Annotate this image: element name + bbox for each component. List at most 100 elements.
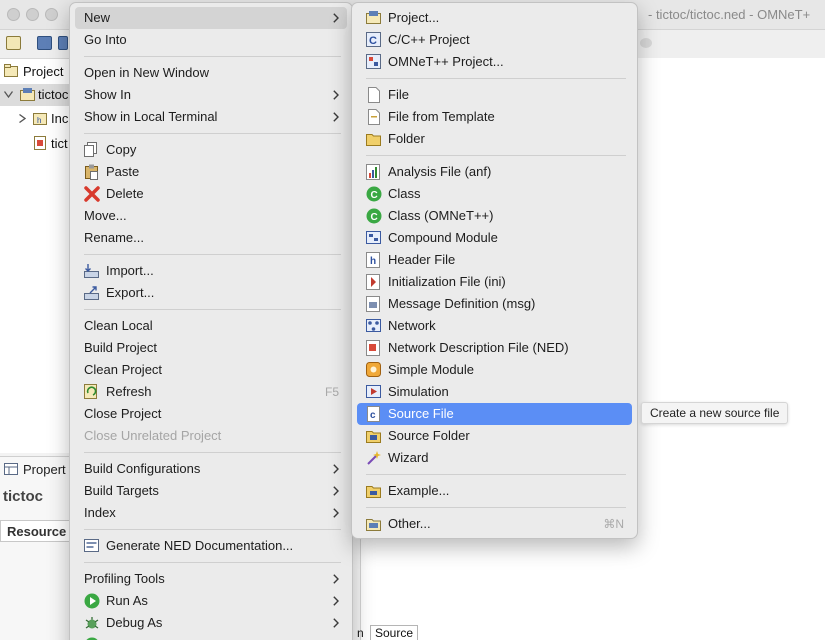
context-menu: New Go Into Open in New Window Show In Show … (69, 2, 353, 640)
minimize-window-icon[interactable] (26, 8, 39, 21)
new-menu-item-example[interactable]: Example... (357, 480, 632, 502)
new-menu-item-network-description-file-ned[interactable]: Network Description File (NED) (357, 337, 632, 359)
menu-item-rename[interactable]: Rename... (75, 227, 347, 249)
tab-source[interactable]: Source (370, 625, 419, 640)
new-menu-item-project[interactable]: Project... (357, 7, 632, 29)
new-menu-item-header-file[interactable]: h Header File (357, 249, 632, 271)
menu-item-close-unrelated-project: Close Unrelated Project (75, 425, 347, 447)
new-menu-item-c-cpp-project[interactable]: C C/C++ Project (357, 29, 632, 51)
refresh-icon (84, 384, 97, 399)
menu-item-label: Simple Module (388, 362, 474, 377)
tree-item-ned-file[interactable]: tict (0, 133, 80, 155)
new-menu-item-compound-module[interactable]: Compound Module (357, 227, 632, 249)
menu-item-delete[interactable]: Delete (75, 183, 347, 205)
ini-file-icon (366, 274, 380, 290)
tree-item-includes[interactable]: h Inc (0, 108, 80, 130)
file-template-icon (368, 109, 380, 125)
import-icon (84, 264, 99, 278)
menu-item-label: File from Template (388, 109, 495, 124)
menu-item-new[interactable]: New (75, 7, 347, 29)
menu-item-label: Header File (388, 252, 456, 267)
menu-item-label: Run As (106, 593, 148, 608)
omnet-project-icon (366, 54, 381, 69)
menu-separator (84, 562, 341, 563)
wizard-icon (367, 451, 381, 465)
new-menu-item-folder[interactable]: Folder (357, 128, 632, 150)
new-menu-item-initialization-file-ini[interactable]: Initialization File (ini) (357, 271, 632, 293)
tab-resource[interactable]: Resource (0, 520, 70, 542)
properties-icon (4, 463, 18, 475)
tab-properties-label[interactable]: Propert (23, 462, 66, 477)
menu-item-refresh[interactable]: Refresh F5 (75, 381, 347, 403)
menu-item-profiling-tools[interactable]: Profiling Tools (75, 568, 347, 590)
menu-item-label: Network (388, 318, 436, 333)
menu-item-generate-ned-documentation[interactable]: Generate NED Documentation... (75, 535, 347, 557)
menu-item-label: Go Into (84, 32, 127, 47)
menu-item-export[interactable]: Export... (75, 282, 347, 304)
new-menu-item-file-from-template[interactable]: File from Template (357, 106, 632, 128)
new-menu-item-message-definition-msg[interactable]: Message Definition (msg) (357, 293, 632, 315)
new-wizard-icon[interactable] (6, 36, 21, 50)
new-submenu: Project... C C/C++ Project OMNeT++ Project.… (351, 2, 638, 539)
new-menu-item-omnetpp-project[interactable]: OMNeT++ Project... (357, 51, 632, 73)
zoom-window-icon[interactable] (45, 8, 58, 21)
save-icon[interactable] (37, 36, 52, 50)
new-menu-item-analysis-file-anf[interactable]: Analysis File (anf) (357, 161, 632, 183)
new-menu-item-wizard[interactable]: Wizard (357, 447, 632, 469)
tree-item-project[interactable]: tictoc (0, 84, 80, 106)
menu-item-label: Folder (388, 131, 425, 146)
new-menu-item-source-folder[interactable]: Source Folder (357, 425, 632, 447)
menu-item-label: Refresh (106, 384, 152, 399)
menu-item-show-in[interactable]: Show In (75, 84, 347, 106)
menu-item-build-project[interactable]: Build Project (75, 337, 347, 359)
analysis-file-icon (366, 164, 380, 180)
menu-item-label: Close Unrelated Project (84, 428, 222, 443)
menu-item-move[interactable]: Move... (75, 205, 347, 227)
menu-item-label: Show in Local Terminal (84, 109, 218, 124)
menu-item-label: Rename... (84, 230, 144, 245)
menu-item-clean-project[interactable]: Clean Project (75, 359, 347, 381)
menu-item-copy[interactable]: Copy (75, 139, 347, 161)
toolbar-settings-icon[interactable] (640, 38, 652, 48)
new-menu-item-simple-module[interactable]: Simple Module (357, 359, 632, 381)
close-window-icon[interactable] (7, 8, 20, 21)
menu-item-clean-local[interactable]: Clean Local (75, 315, 347, 337)
svg-text:h: h (370, 256, 376, 267)
ned-file-icon (366, 340, 380, 356)
tab-project-explorer[interactable]: Project (0, 59, 70, 83)
menu-item-open-in-new-window[interactable]: Open in New Window (75, 62, 347, 84)
source-folder-icon (366, 431, 381, 443)
new-menu-item-other[interactable]: Other... ⌘N (357, 513, 632, 535)
menu-item-build-targets[interactable]: Build Targets (75, 480, 347, 502)
menu-item-import[interactable]: Import... (75, 260, 347, 282)
new-menu-item-simulation[interactable]: Simulation (357, 381, 632, 403)
menu-item-show-in-local-terminal[interactable]: Show in Local Terminal (75, 106, 347, 128)
menu-item-run-as[interactable]: Run As (75, 590, 347, 612)
new-menu-item-network[interactable]: Network (357, 315, 632, 337)
svg-text:h: h (37, 116, 41, 125)
menu-item-label: Paste (106, 164, 140, 179)
new-menu-item-class[interactable]: C Class (357, 183, 632, 205)
tree-collapse-icon[interactable] (19, 114, 26, 123)
menu-separator (366, 507, 626, 508)
menu-item-paste[interactable]: Paste (75, 161, 347, 183)
tree-expand-icon[interactable] (4, 91, 13, 98)
menu-item-label: Debug As (106, 615, 163, 630)
new-menu-item-class-omnetpp[interactable]: C Class (OMNeT++) (357, 205, 632, 227)
menu-item-label: Build Project (84, 340, 157, 355)
menu-item-label: Wizard (388, 450, 429, 465)
menu-item-label: Open in New Window (84, 65, 209, 80)
new-menu-item-source-file[interactable]: c Source File (357, 403, 632, 425)
new-menu-item-file[interactable]: File (357, 84, 632, 106)
menu-item-index[interactable]: Index (75, 502, 347, 524)
menu-item-profile-icon[interactable] (75, 634, 347, 640)
save-all-icon[interactable] (58, 36, 68, 50)
shortcut-label: F5 (324, 385, 339, 399)
class-omnet-icon: C (366, 208, 382, 224)
chevron-right-icon (333, 596, 339, 606)
menu-item-go-into[interactable]: Go Into (75, 29, 347, 51)
menu-item-build-configurations[interactable]: Build Configurations (75, 458, 347, 480)
menu-item-debug-as[interactable]: Debug As (75, 612, 347, 634)
menu-item-label: Generate NED Documentation... (106, 538, 294, 553)
menu-item-close-project[interactable]: Close Project (75, 403, 347, 425)
